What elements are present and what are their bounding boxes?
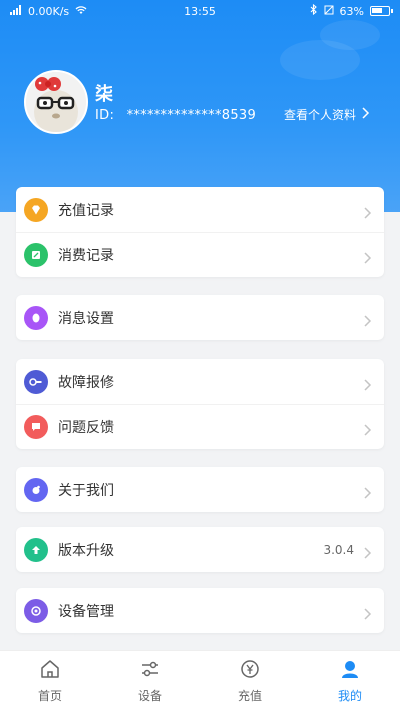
bottom-tab-bar: 首页 设备 充值 我的 <box>0 650 400 711</box>
user-id-label: ID: <box>95 108 115 123</box>
chevron-right-icon <box>364 484 376 499</box>
mute-icon <box>324 5 334 18</box>
chevron-right-icon <box>362 107 370 122</box>
avatar-image <box>26 72 86 132</box>
device-icon <box>24 598 48 623</box>
chevron-right-icon <box>364 605 376 620</box>
menu-card-support: 故障报修 问题反馈 <box>16 359 384 449</box>
menu-item-consumption-records[interactable]: 消费记录 <box>16 232 384 277</box>
tab-label: 我的 <box>337 688 362 703</box>
user-name: 柒 <box>95 84 113 105</box>
menu-item-label: 消息设置 <box>58 310 114 327</box>
menu-item-label: 关于我们 <box>58 482 114 499</box>
clock: 13:55 <box>184 4 216 18</box>
recharge-icon <box>239 659 261 683</box>
menu-card-messages: 消息设置 <box>16 295 384 340</box>
header-cloud-decoration <box>320 20 380 50</box>
user-id: ID: **************8539 <box>95 108 256 123</box>
chevron-right-icon <box>364 312 376 327</box>
tab-label: 首页 <box>37 688 62 703</box>
bluetooth-icon <box>310 3 318 18</box>
chevron-right-icon <box>364 204 376 219</box>
menu-item-label: 设备管理 <box>58 603 114 620</box>
menu-item-label: 故障报修 <box>58 374 114 391</box>
menu-card-about: 关于我们 <box>16 467 384 512</box>
wifi-icon <box>75 5 87 18</box>
avatar[interactable] <box>24 70 88 134</box>
diamond-icon <box>24 197 48 222</box>
menu-item-fault-repair[interactable]: 故障报修 <box>16 359 384 404</box>
device-sliders-icon <box>139 659 161 683</box>
repair-icon <box>24 369 48 394</box>
menu-item-device-management[interactable]: 设备管理 <box>16 588 384 633</box>
about-icon <box>24 477 48 502</box>
menu-item-label: 充值记录 <box>58 202 114 219</box>
view-profile-link[interactable]: 查看个人资料 <box>284 106 370 123</box>
version-number: 3.0.4 <box>323 542 354 557</box>
menu-item-label: 消费记录 <box>58 248 114 264</box>
battery-icon <box>370 6 393 16</box>
upgrade-icon <box>24 537 48 562</box>
feedback-icon <box>24 415 48 439</box>
menu-card-devices: 设备管理 <box>16 588 384 633</box>
menu-item-label: 问题反馈 <box>58 420 114 436</box>
menu-item-recharge-records[interactable]: 充值记录 <box>16 187 384 232</box>
network-speed: 0.00K/s <box>28 4 70 18</box>
battery-percent: 63% <box>339 4 364 18</box>
tab-devices[interactable]: 设备 <box>100 651 200 711</box>
status-bar: 0.00K/s 13:55 63% <box>0 0 400 22</box>
receipt-icon <box>24 243 48 267</box>
menu-card-records: 充值记录 消费记录 <box>16 187 384 277</box>
chevron-right-icon <box>364 249 376 264</box>
view-profile-label: 查看个人资料 <box>283 108 356 122</box>
tab-home[interactable]: 首页 <box>0 651 100 711</box>
menu-card-version: 版本升级 3.0.4 <box>16 527 384 572</box>
home-icon <box>39 659 61 683</box>
profile-icon <box>339 659 361 683</box>
tab-mine[interactable]: 我的 <box>300 651 400 711</box>
chevron-right-icon <box>364 544 376 559</box>
signal-icon <box>10 4 22 18</box>
user-id-value: **************8539 <box>126 108 257 123</box>
tab-label: 充值 <box>237 688 262 703</box>
menu-item-feedback[interactable]: 问题反馈 <box>16 404 384 449</box>
tab-label: 设备 <box>137 688 162 703</box>
menu-item-label: 版本升级 <box>58 542 114 559</box>
tab-recharge[interactable]: 充值 <box>200 651 300 711</box>
menu-item-about-us[interactable]: 关于我们 <box>16 467 384 512</box>
message-icon <box>24 305 48 330</box>
chevron-right-icon <box>364 376 376 391</box>
chevron-right-icon <box>364 421 376 436</box>
menu-item-message-settings[interactable]: 消息设置 <box>16 295 384 340</box>
menu-item-version-upgrade[interactable]: 版本升级 3.0.4 <box>16 527 384 572</box>
